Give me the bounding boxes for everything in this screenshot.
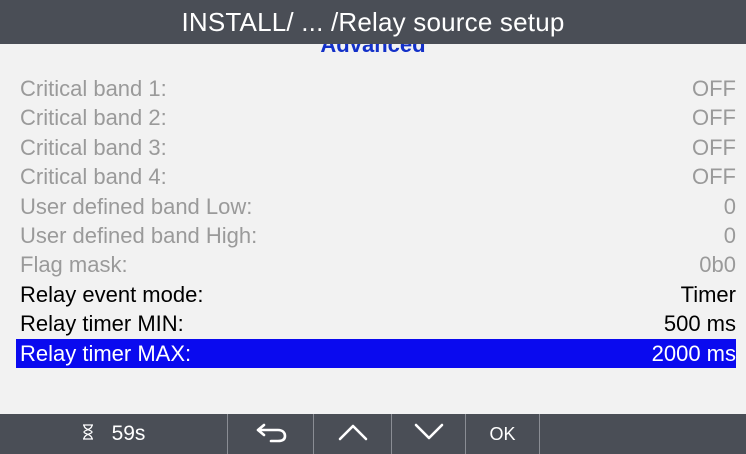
setting-label: Critical band 1: xyxy=(20,76,167,101)
bottom-toolbar: 59s OK xyxy=(0,414,746,454)
setting-row-relay-timer-min[interactable]: Relay timer MIN: 500 ms xyxy=(20,309,736,338)
down-button[interactable] xyxy=(392,414,466,454)
chevron-down-icon xyxy=(413,422,445,447)
back-arrow-icon xyxy=(254,421,288,448)
setting-value: 500 ms xyxy=(663,311,736,337)
toolbar-empty-slot xyxy=(540,414,746,454)
page-title: INSTALL/ ... /Relay source setup xyxy=(181,7,565,37)
device-screen: INSTALL/ ... /Relay source setup Advance… xyxy=(0,0,746,454)
setting-value: OFF xyxy=(692,105,736,131)
setting-row-user-band-low[interactable]: User defined band Low: 0 xyxy=(20,192,736,221)
setting-label: Critical band 3: xyxy=(20,134,167,160)
setting-row-critical-band-3[interactable]: Critical band 3: OFF xyxy=(20,133,736,162)
back-button[interactable] xyxy=(228,414,314,454)
section-header: Advanced xyxy=(0,44,746,70)
timeout-indicator: 59s xyxy=(0,414,228,454)
setting-row-relay-timer-max[interactable]: Relay timer MAX: 2000 ms xyxy=(16,338,736,368)
hourglass-icon xyxy=(82,423,94,445)
setting-value: OFF xyxy=(692,134,736,160)
timeout-text: 59s xyxy=(111,422,146,445)
setting-label: Relay timer MAX: xyxy=(20,340,192,366)
setting-value: 0b0 xyxy=(699,252,736,278)
title-bar: INSTALL/ ... /Relay source setup xyxy=(0,0,746,44)
setting-label: Critical band 2: xyxy=(20,105,167,131)
setting-row-critical-band-2[interactable]: Critical band 2: OFF xyxy=(20,103,736,132)
setting-value: OFF xyxy=(692,76,736,101)
settings-list: Critical band 1: OFF Critical band 2: OF… xyxy=(16,74,736,368)
setting-label: Flag mask: xyxy=(20,252,128,278)
chevron-up-icon xyxy=(337,422,369,447)
setting-row-critical-band-4[interactable]: Critical band 4: OFF xyxy=(20,162,736,191)
ok-button[interactable]: OK xyxy=(466,414,540,454)
setting-row-relay-event-mode[interactable]: Relay event mode: Timer xyxy=(20,280,736,309)
setting-label: Critical band 4: xyxy=(20,164,167,190)
setting-row-flag-mask[interactable]: Flag mask: 0b0 xyxy=(20,250,736,279)
setting-value: OFF xyxy=(692,164,736,190)
setting-row-user-band-high[interactable]: User defined band High: 0 xyxy=(20,221,736,250)
setting-label: Relay event mode: xyxy=(20,281,204,307)
setting-label: User defined band Low: xyxy=(20,193,253,219)
setting-value: 0 xyxy=(723,193,736,219)
setting-value: Timer xyxy=(680,281,736,307)
setting-value: 2000 ms xyxy=(651,340,736,366)
section-header-label: Advanced xyxy=(320,44,426,57)
setting-value: 0 xyxy=(723,222,736,248)
setting-row-critical-band-1[interactable]: Critical band 1: OFF xyxy=(20,74,736,103)
ok-label: OK xyxy=(489,423,516,444)
up-button[interactable] xyxy=(314,414,392,454)
setting-label: Relay timer MIN: xyxy=(20,311,184,337)
setting-label: User defined band High: xyxy=(20,222,258,248)
